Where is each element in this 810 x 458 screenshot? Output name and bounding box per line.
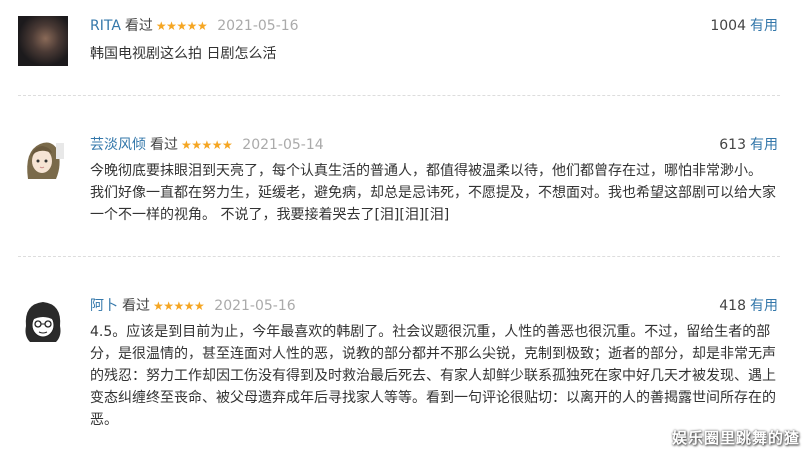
review-content: 韩国电视剧这么拍 日剧怎么活 (90, 46, 277, 62)
avatar[interactable] (18, 135, 68, 185)
avatar-sketch-icon (25, 302, 61, 342)
helpful-button[interactable]: 有用 (750, 137, 778, 153)
helpful-vote: 613 有用 (719, 135, 778, 155)
star-rating: ★★★★★ (153, 299, 205, 313)
avatar[interactable] (18, 16, 68, 66)
watched-label: 看过 (150, 137, 178, 153)
avatar[interactable] (18, 296, 68, 346)
divider (18, 95, 780, 96)
review-header: 芸淡风倾 看过 ★★★★★ 2021-05-14 (90, 135, 324, 155)
helpful-vote: 418 有用 (719, 296, 778, 316)
username-link[interactable]: RITA (90, 18, 121, 34)
helpful-count: 613 (719, 137, 746, 153)
helpful-count: 1004 (710, 18, 746, 34)
review-date: 2021-05-14 (242, 137, 324, 153)
helpful-button[interactable]: 有用 (750, 18, 778, 34)
username-link[interactable]: 芸淡风倾 (90, 137, 146, 153)
divider (18, 256, 780, 257)
username-link[interactable]: 阿卜 (90, 298, 118, 314)
review-date: 2021-05-16 (214, 298, 296, 314)
helpful-count: 418 (719, 298, 746, 314)
star-rating: ★★★★★ (181, 138, 233, 152)
helpful-vote: 1004 有用 (710, 16, 778, 36)
helpful-button[interactable]: 有用 (750, 298, 778, 314)
review-header: RITA 看过 ★★★★★ 2021-05-16 (90, 16, 299, 36)
avatar-illustration-icon (27, 142, 64, 179)
watermark-text: 娱乐圈里跳舞的猹 (671, 429, 800, 447)
watched-label: 看过 (124, 18, 153, 34)
review-content: 今晚彻底要抹眼泪到天亮了，每个认真生活的普通人，都值得被温柔以待，他们都曾存在过… (90, 163, 776, 223)
review-header: 阿卜 看过 ★★★★★ 2021-05-16 (90, 296, 296, 316)
watched-label: 看过 (122, 298, 150, 314)
star-rating: ★★★★★ (155, 19, 208, 33)
review-date: 2021-05-16 (217, 18, 299, 34)
review-content: 4.5。应该是到目前为止，今年最喜欢的韩剧了。社会议题很沉重，人性的善恶也很沉重… (90, 324, 776, 428)
